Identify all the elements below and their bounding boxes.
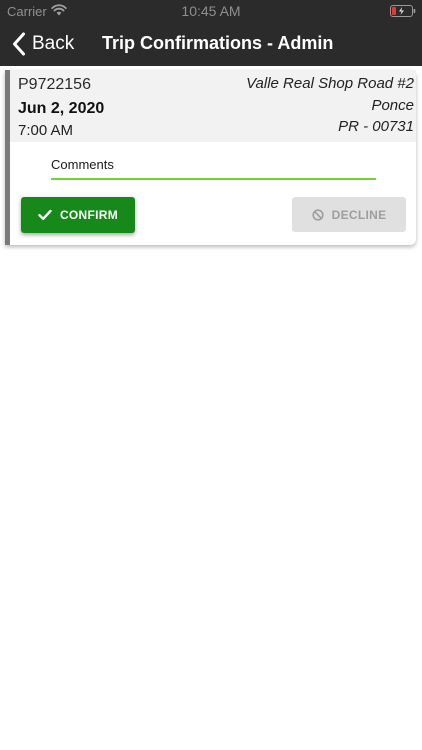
- confirm-button[interactable]: CONFIRM: [21, 197, 135, 233]
- address-street: Valle Real Shop Road #2: [246, 75, 414, 92]
- status-time: 10:45 AM: [181, 3, 241, 19]
- trip-time: 7:00 AM: [18, 122, 74, 139]
- battery-low-charging-icon: [390, 5, 416, 17]
- chevron-left-icon: [13, 32, 25, 56]
- block-icon: [312, 208, 324, 221]
- back-button[interactable]: Back: [12, 30, 74, 58]
- decline-label: DECLINE: [331, 207, 387, 222]
- navigation-bar: Back Trip Confirmations - Admin: [0, 22, 422, 66]
- top-bar: Carrier 10:45 AM Back Trip Confirmations…: [0, 0, 422, 66]
- back-label: Back: [32, 33, 75, 54]
- comments-input[interactable]: [51, 158, 376, 180]
- status-bar: Carrier 10:45 AM: [0, 0, 422, 22]
- trip-id: P9722156: [18, 76, 91, 93]
- address-state-zip: PR - 00731: [338, 118, 414, 135]
- trip-card-header: P9722156 Jun 2, 2020 7:00 AM Valle Real …: [10, 70, 416, 142]
- trip-card: P9722156 Jun 2, 2020 7:00 AM Valle Real …: [5, 70, 416, 245]
- address-city: Ponce: [371, 97, 414, 114]
- trip-date: Jun 2, 2020: [18, 100, 105, 117]
- confirm-label: CONFIRM: [59, 208, 119, 222]
- check-icon: [38, 209, 52, 220]
- page-title: Trip Confirmations - Admin: [102, 33, 334, 53]
- decline-button[interactable]: DECLINE: [292, 197, 406, 232]
